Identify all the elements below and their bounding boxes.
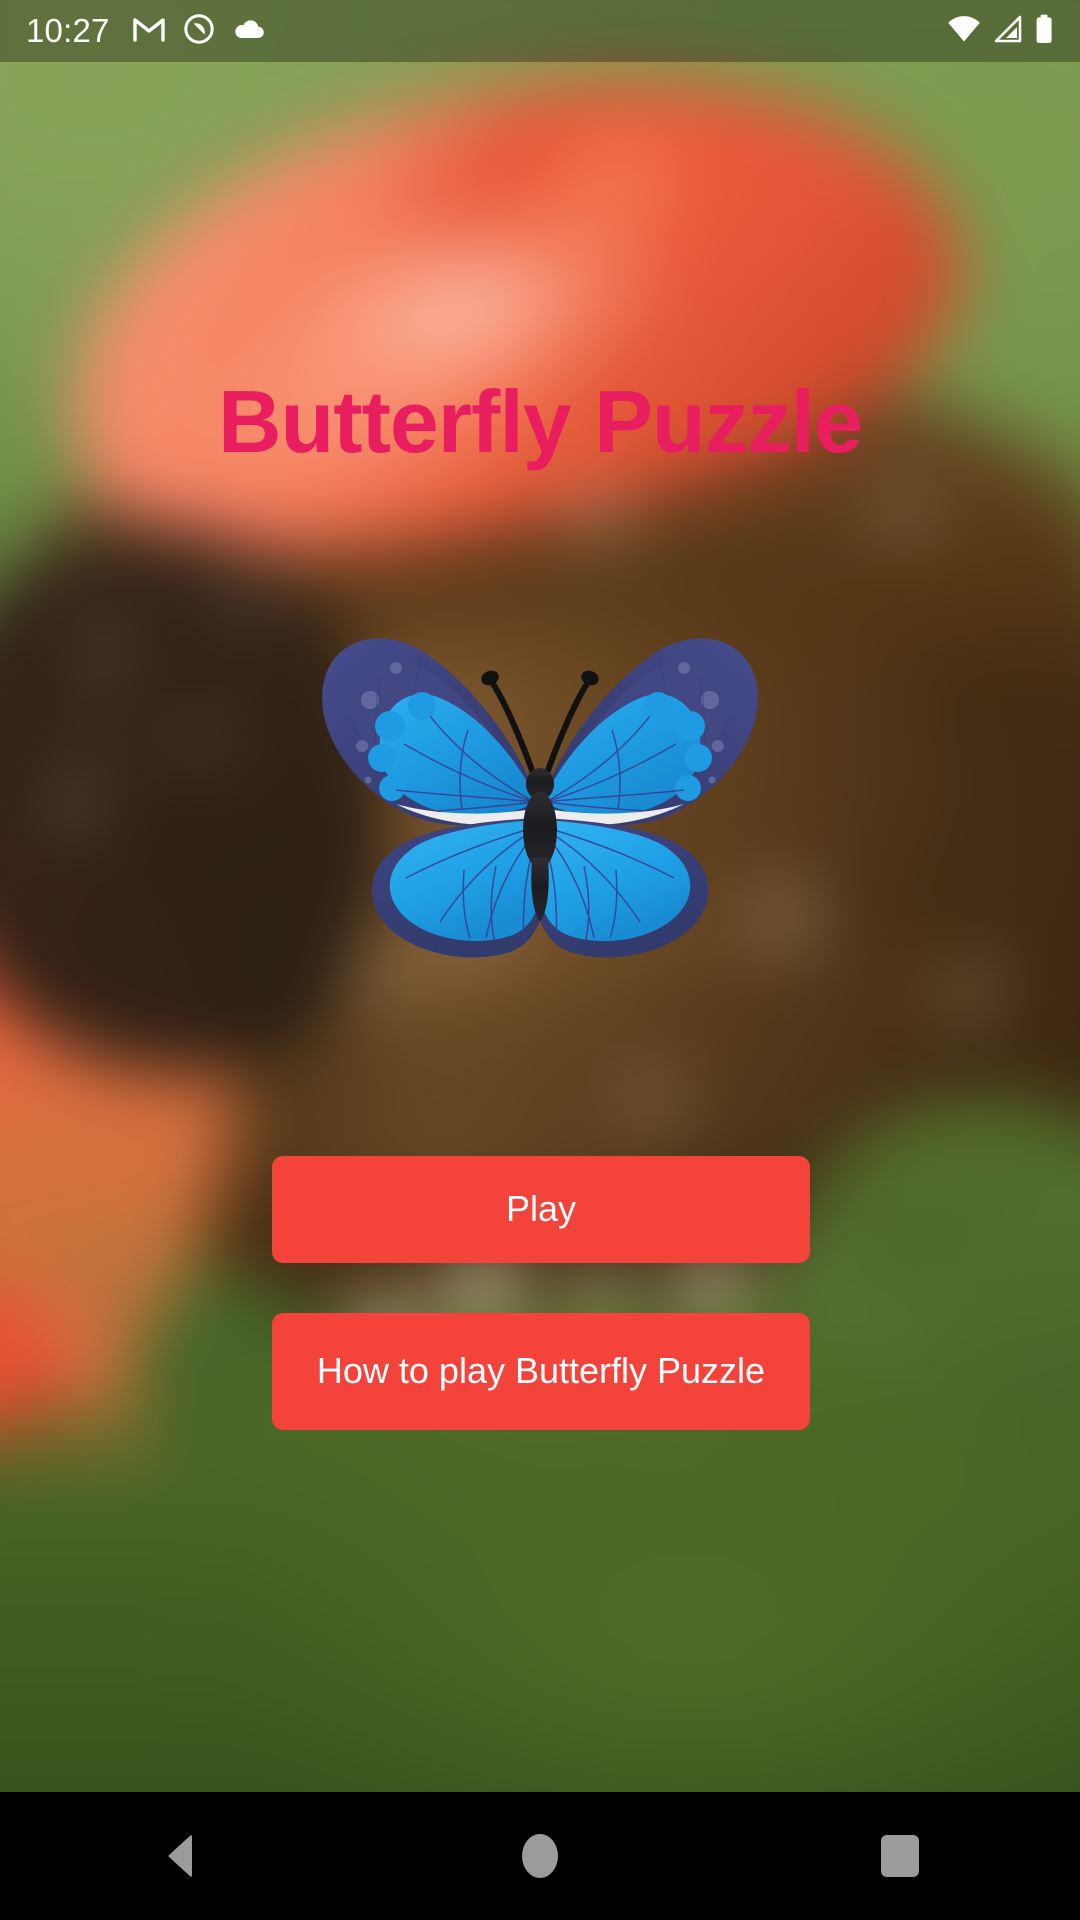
home-circle-icon: [522, 1834, 558, 1878]
how-to-play-button-label: How to play Butterfly Puzzle: [316, 1350, 766, 1392]
page-title: Butterfly Puzzle: [217, 372, 863, 471]
nav-recents-button[interactable]: [820, 1792, 980, 1920]
status-clock: 10:27: [26, 12, 110, 49]
phone-screen: 10:27 Butterfly Puzzle Play How to play …: [0, 0, 1080, 1920]
status-left-icons: [132, 13, 266, 50]
cellular-signal-icon: [993, 15, 1023, 48]
background-wing-speck: [870, 480, 940, 544]
wifi-icon: [946, 15, 982, 48]
blue-butterfly-illustration: [300, 630, 780, 975]
background-body-spot: [40, 780, 106, 836]
nav-home-button[interactable]: [460, 1792, 620, 1920]
nav-back-button[interactable]: [100, 1792, 260, 1920]
background-body-spot: [70, 620, 140, 680]
how-to-play-button[interactable]: How to play Butterfly Puzzle: [272, 1313, 810, 1430]
menu-button-group: Play How to play Butterfly Puzzle: [272, 1156, 810, 1430]
play-button-label: Play: [505, 1188, 577, 1230]
background-wing-speck: [930, 960, 1010, 1032]
battery-icon: [1034, 14, 1054, 49]
cloud-icon: [232, 17, 266, 46]
status-right-icons: [946, 14, 1054, 49]
android-navigation-bar: [0, 1792, 1080, 1920]
background-body-spot: [170, 710, 230, 762]
play-button[interactable]: Play: [272, 1156, 810, 1263]
background-wing-speck: [560, 480, 646, 558]
status-bar: 10:27: [0, 0, 1080, 62]
background-body-spot: [220, 580, 272, 628]
background-wing-speck: [620, 1070, 690, 1134]
recents-square-icon: [881, 1835, 919, 1877]
gmail-icon: [132, 15, 166, 48]
back-triangle-icon: [168, 1834, 192, 1878]
do-not-disturb-icon: [183, 13, 215, 50]
